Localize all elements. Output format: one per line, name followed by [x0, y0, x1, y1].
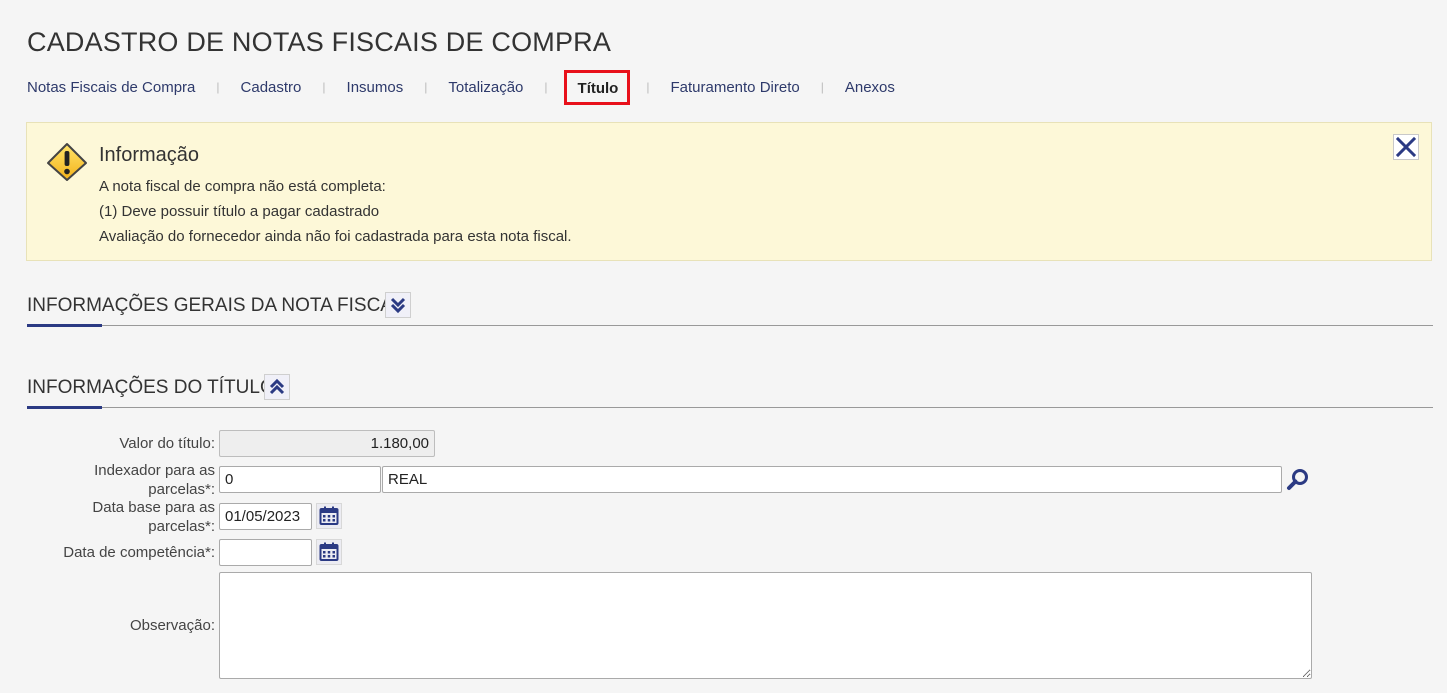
tab-separator: | — [424, 80, 428, 94]
data-base-label-line: parcelas*: — [148, 518, 215, 535]
expand-section-button[interactable] — [385, 292, 411, 318]
tab-anexos[interactable]: Anexos — [845, 79, 895, 96]
chevron-double-up-icon — [269, 378, 285, 395]
calendar-icon — [319, 506, 339, 525]
indexador-code-input[interactable] — [219, 466, 381, 493]
indexador-search-button[interactable] — [1285, 466, 1311, 492]
data-base-calendar-button[interactable] — [316, 503, 342, 529]
tab-separator: | — [646, 80, 650, 94]
tab-separator: | — [820, 80, 824, 94]
tab-notas-fiscais-de-compra[interactable]: Notas Fiscais de Compra — [27, 79, 195, 96]
tab-titulo[interactable]: Título — [563, 69, 631, 105]
warning-icon — [47, 143, 87, 181]
section-informacoes-gerais: INFORMAÇÕES GERAIS DA NOTA FISCAL — [27, 292, 1433, 327]
alert-title: Informação — [99, 144, 200, 166]
data-base-label: Data base para as parcelas*: — [92, 498, 215, 536]
section-title: INFORMAÇÕES GERAIS DA NOTA FISCAL — [27, 295, 404, 316]
observacao-label: Observação: — [129, 617, 215, 634]
alert-message: A nota fiscal de compra não está complet… — [99, 174, 572, 249]
search-icon — [1287, 469, 1308, 490]
data-base-label-line: Data base para as — [92, 499, 215, 516]
data-base-input[interactable] — [219, 503, 312, 530]
tab-bar: Notas Fiscais de Compra | Cadastro | Ins… — [27, 69, 895, 105]
tab-separator: | — [216, 80, 220, 94]
indexador-label-line: Indexador para as — [94, 462, 215, 479]
tab-faturamento-direto[interactable]: Faturamento Direto — [670, 79, 799, 96]
indexador-label-line: parcelas*: — [148, 481, 215, 498]
alert-line: A nota fiscal de compra não está complet… — [99, 178, 386, 195]
observacao-textarea[interactable] — [219, 572, 1312, 679]
tab-insumos[interactable]: Insumos — [347, 79, 404, 96]
indexador-description-input[interactable] — [382, 466, 1282, 493]
close-icon — [1395, 136, 1417, 158]
tab-cadastro[interactable]: Cadastro — [241, 79, 302, 96]
data-competencia-calendar-button[interactable] — [316, 539, 342, 565]
section-informacoes-do-titulo: INFORMAÇÕES DO TÍTULO — [27, 374, 1433, 409]
data-competencia-label: Data de competência*: — [63, 544, 215, 561]
valor-titulo-field — [219, 430, 435, 457]
data-competencia-input[interactable] — [219, 539, 312, 566]
page-title: CADASTRO DE NOTAS FISCAIS DE COMPRA — [27, 27, 612, 57]
alert-line: (1) Deve possuir título a pagar cadastra… — [99, 203, 380, 220]
section-accent — [27, 324, 102, 327]
section-accent — [27, 406, 102, 409]
calendar-icon — [319, 542, 339, 561]
valor-titulo-label: Valor do título: — [119, 435, 215, 452]
info-alert: Informação A nota fiscal de compra não e… — [26, 122, 1432, 261]
section-title: INFORMAÇÕES DO TÍTULO — [27, 377, 275, 398]
chevron-double-down-icon — [390, 297, 406, 314]
close-button[interactable] — [1393, 134, 1419, 160]
tab-separator: | — [544, 80, 548, 94]
indexador-label: Indexador para as parcelas*: — [94, 461, 215, 499]
tab-totalizacao[interactable]: Totalização — [448, 79, 523, 96]
tab-separator: | — [322, 80, 326, 94]
collapse-section-button[interactable] — [264, 374, 290, 400]
alert-line: Avaliação do fornecedor ainda não foi ca… — [99, 228, 572, 245]
